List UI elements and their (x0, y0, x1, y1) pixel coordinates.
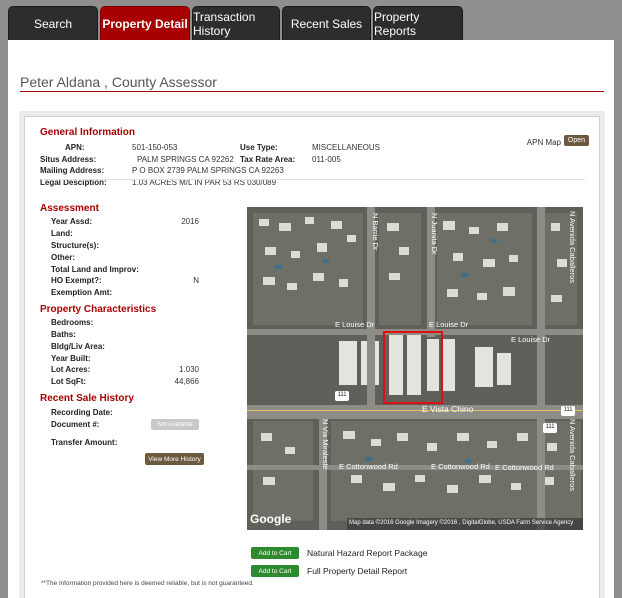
apn-map-label: APN Map (526, 138, 561, 147)
lot-acres-value: 1.030 (178, 365, 199, 374)
not-available-badge: Not Available (151, 419, 199, 430)
land-label: Land: (51, 229, 73, 238)
disclaimer-note: **The information provided here is deeme… (41, 580, 254, 587)
map-street-label: E Cottonwood Rd (431, 462, 490, 471)
document-label: Document #: (51, 420, 100, 429)
view-more-history-button[interactable]: View More History (145, 453, 204, 465)
tax-rate-label: Tax Rate Area: (240, 155, 296, 164)
tab-recent-sales[interactable]: Recent Sales (282, 6, 371, 40)
tab-search[interactable]: Search (8, 6, 98, 40)
year-built-label: Year Built: (51, 354, 91, 363)
recording-date-label: Recording Date: (51, 408, 113, 417)
report-name: Full Property Detail Report (307, 566, 408, 576)
baths-label: Baths: (51, 330, 76, 339)
lot-acres-label: Lot Acres: (51, 365, 91, 374)
year-assd-value: 2016 (181, 217, 199, 226)
map-street-label: N Avenida Caballeros (568, 419, 577, 491)
tab-bar: Search Property Detail Transaction Histo… (8, 6, 614, 40)
mailing-value: P O BOX 2739 PALM SPRINGS CA 92263 (132, 166, 284, 175)
map-street-label: E Cottonwood Rd (495, 463, 554, 472)
map-street-label: N Via Miraleste (321, 419, 330, 470)
map-attribution: Map data ©2016 Google Imagery ©2016 , Di… (349, 520, 574, 526)
tab-property-detail[interactable]: Property Detail (100, 6, 190, 40)
map-street-label: E Vista Chino (422, 404, 474, 414)
situs-label: Situs Address: (40, 155, 97, 164)
general-info-heading: General Information (40, 127, 136, 138)
structures-label: Structure(s): (51, 241, 100, 250)
map-street-label: N Avenida Caballeros (568, 211, 577, 283)
map-street-label: N Juanita Dr (430, 213, 439, 255)
other-label: Other: (51, 253, 75, 262)
page-title: Peter Aldana , County Assessor (20, 74, 217, 90)
ho-exempt-label: HO Exempt?: (51, 276, 102, 285)
property-detail-panel: General Information APN: 501-150-053 Sit… (24, 116, 600, 598)
tab-property-reports[interactable]: Property Reports (373, 6, 463, 40)
apn-label: APN: (65, 143, 85, 152)
tax-rate-value: 011-005 (312, 155, 341, 164)
map-street-label: E Louise Dr (335, 320, 375, 329)
transfer-amount-label: Transfer Amount: (51, 438, 118, 447)
add-to-cart-button[interactable]: Add to Cart (251, 565, 299, 577)
year-assd-label: Year Assd: (51, 217, 93, 226)
bldg-area-label: Bldg/Liv Area: (51, 342, 105, 351)
section-divider (41, 179, 585, 180)
map-street-label: N Barrie Dr (371, 213, 380, 251)
report-name: Natural Hazard Report Package (307, 548, 428, 558)
exemption-label: Exemption Amt: (51, 288, 113, 297)
apn-map-open-button[interactable]: Open (563, 135, 589, 146)
highway-shield: 111 (337, 392, 347, 398)
tab-transaction-history[interactable]: Transaction History (192, 6, 280, 40)
situs-value: PALM SPRINGS CA 92262 (137, 155, 234, 164)
use-type-label: Use Type: (240, 143, 278, 152)
map-street-label: E Cottonwood Rd (339, 462, 398, 471)
highway-shield: 111 (545, 424, 555, 430)
satellite-map[interactable]: N Barrie Dr N Juanita Dr N Avenida Cabal… (247, 207, 583, 530)
use-type-value: MISCELLANEOUS (312, 143, 381, 152)
map-imagery (247, 207, 583, 530)
assessment-heading: Assessment (40, 203, 99, 214)
add-to-cart-button[interactable]: Add to Cart (251, 547, 299, 559)
map-street-label: E Louise Dr (511, 335, 551, 344)
mailing-label: Mailing Address: (40, 166, 105, 175)
characteristics-heading: Property Characteristics (40, 304, 157, 315)
total-label: Total Land and Improv: (51, 265, 139, 274)
lot-sqft-label: Lot SqFt: (51, 377, 87, 386)
lot-sqft-value: 44,866 (174, 377, 199, 386)
bedrooms-label: Bedrooms: (51, 318, 94, 327)
map-street-label: E Louise Dr (429, 320, 469, 329)
title-divider (20, 91, 604, 92)
ho-exempt-value: N (193, 276, 199, 285)
apn-value: 501-150-053 (132, 143, 178, 152)
page-content: Peter Aldana , County Assessor General I… (8, 40, 614, 598)
google-logo: Google (250, 512, 292, 526)
highway-shield: 111 (563, 407, 573, 413)
sale-history-heading: Recent Sale History (40, 393, 134, 404)
